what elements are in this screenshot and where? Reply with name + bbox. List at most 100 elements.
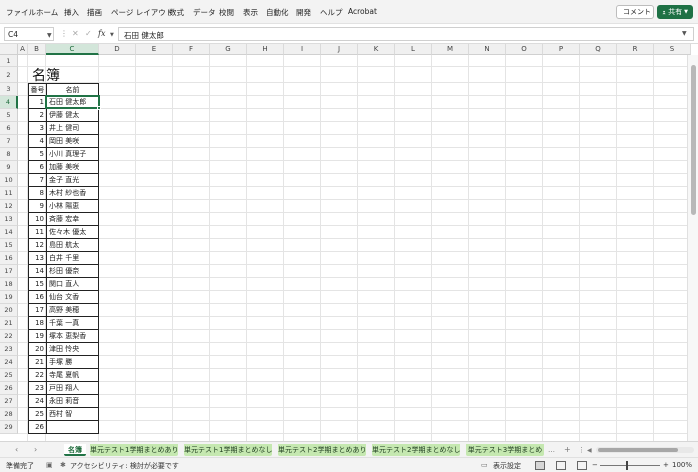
row-header-21[interactable]: 21 [0,317,18,330]
roster-number-cell[interactable]: 12 [28,239,46,252]
roster-name-cell[interactable]: 加藤 美咲 [46,161,99,174]
confirm-icon[interactable]: ✓ [85,29,92,38]
row-header-5[interactable]: 5 [0,109,18,122]
tab-draw[interactable]: 描画 [87,7,102,18]
roster-name-cell[interactable]: 手塚 勝 [46,356,99,369]
roster-number-cell[interactable]: 3 [28,122,46,135]
row-header-27[interactable]: 27 [0,395,18,408]
roster-name-cell[interactable]: 津田 怜央 [46,343,99,356]
row-header-7[interactable]: 7 [0,135,18,148]
row-header-14[interactable]: 14 [0,226,18,239]
add-sheet-icon[interactable]: + [564,445,571,454]
column-header-a[interactable]: A [18,44,28,55]
column-header-b[interactable]: B [28,44,46,55]
roster-name-cell[interactable]: 関口 直人 [46,278,99,291]
comment-button[interactable]: コメント [616,5,654,19]
row-header-22[interactable]: 22 [0,330,18,343]
column-header-g[interactable]: G [210,44,247,55]
roster-number-cell[interactable]: 13 [28,252,46,265]
roster-number-cell[interactable]: 25 [28,408,46,421]
column-header-s[interactable]: S [654,44,691,55]
column-header-e[interactable]: E [136,44,173,55]
roster-name-cell[interactable]: 伊藤 健太 [46,109,99,122]
row-header-25[interactable]: 25 [0,369,18,382]
scroll-left-icon[interactable]: ◀ [587,447,592,454]
row-header-28[interactable]: 28 [0,408,18,421]
tab-automate[interactable]: 自動化 [266,7,289,18]
roster-number-cell[interactable]: 17 [28,304,46,317]
select-all-corner[interactable] [0,44,18,55]
roster-number-cell[interactable]: 20 [28,343,46,356]
roster-number-cell[interactable]: 23 [28,382,46,395]
roster-number-cell[interactable]: 5 [28,148,46,161]
fill-handle[interactable] [97,106,101,110]
row-header-16[interactable]: 16 [0,252,18,265]
row-header-10[interactable]: 10 [0,174,18,187]
row-header-3[interactable]: 3 [0,83,18,96]
row-header-20[interactable]: 20 [0,304,18,317]
roster-number-cell[interactable]: 2 [28,109,46,122]
zoom-slider-knob[interactable] [626,461,628,470]
tab-page-layout[interactable]: ページ レイアウト [111,7,173,18]
tab-acrobat[interactable]: Acrobat [348,7,377,16]
worksheet-grid[interactable]: A B C D E F G H I J K L M N O P Q R S 1 2 3 4 5 6 7 8 9 10 11 12 13 14 15… [0,44,698,441]
row-header-29[interactable]: 29 [0,421,18,434]
roster-name-cell[interactable]: 金子 直光 [46,174,99,187]
sheet-title[interactable]: 名簿 [32,65,60,85]
next-sheet-icon[interactable]: › [34,445,37,454]
column-header-o[interactable]: O [506,44,543,55]
roster-name-cell[interactable]: 寺尾 夏帆 [46,369,99,382]
roster-number-cell[interactable]: 19 [28,330,46,343]
roster-number-cell[interactable]: 26 [28,421,46,434]
chevron-down-icon[interactable]: ▼ [110,32,114,38]
row-header-23[interactable]: 23 [0,343,18,356]
display-settings-icon[interactable]: ▭ [481,461,488,469]
tab-insert[interactable]: 挿入 [64,7,79,18]
accessibility-icon[interactable]: ✱ [60,461,66,469]
row-header-11[interactable]: 11 [0,187,18,200]
more-sheets-icon[interactable]: … [548,446,555,454]
roster-name-cell[interactable]: 岡田 美咲 [46,135,99,148]
roster-number-cell[interactable]: 16 [28,291,46,304]
zoom-in-icon[interactable]: + [663,461,669,469]
roster-number-cell[interactable]: 9 [28,200,46,213]
tab-home[interactable]: ホーム [36,7,58,18]
roster-name-cell[interactable] [46,421,99,434]
row-header-17[interactable]: 17 [0,265,18,278]
accessibility-status[interactable]: アクセシビリティ: 検討が必要です [70,461,179,471]
roster-name-cell[interactable]: 永田 莉音 [46,395,99,408]
page-break-view-icon[interactable] [577,461,587,470]
insert-function-icon[interactable]: fx [98,29,105,38]
normal-view-icon[interactable] [535,461,545,470]
row-header-4[interactable]: 4 [0,96,18,109]
macro-record-icon[interactable]: ▣ [46,461,53,469]
roster-number-cell[interactable]: 6 [28,161,46,174]
zoom-slider[interactable] [600,465,660,466]
table-header-number[interactable]: 番号 [28,83,46,96]
column-header-p[interactable]: P [543,44,580,55]
tab-formulas[interactable]: 数式 [169,7,184,18]
row-header-13[interactable]: 13 [0,213,18,226]
roster-number-cell[interactable]: 21 [28,356,46,369]
row-header-15[interactable]: 15 [0,239,18,252]
column-header-k[interactable]: K [358,44,395,55]
roster-name-cell[interactable]: 小林 陽恵 [46,200,99,213]
page-layout-view-icon[interactable] [556,461,566,470]
tab-data[interactable]: データ [193,7,216,18]
roster-number-cell[interactable]: 11 [28,226,46,239]
roster-name-cell[interactable]: 井上 健司 [46,122,99,135]
row-header-26[interactable]: 26 [0,382,18,395]
roster-name-cell[interactable]: 高野 美穂 [46,304,99,317]
row-header-2[interactable]: 2 [0,67,18,83]
roster-number-cell[interactable]: 8 [28,187,46,200]
roster-number-cell[interactable]: 14 [28,265,46,278]
roster-name-cell[interactable]: 木村 紗也香 [46,187,99,200]
roster-name-cell[interactable]: 小川 真理子 [46,148,99,161]
zoom-out-icon[interactable]: − [592,461,598,469]
sheet-tab-unit-test-term1-summary[interactable]: 単元テスト1学期まとめあり [90,444,178,456]
column-header-h[interactable]: H [247,44,284,55]
row-header-9[interactable]: 9 [0,161,18,174]
column-header-d[interactable]: D [99,44,136,55]
roster-name-cell[interactable]: 塚本 恵梨香 [46,330,99,343]
roster-name-cell[interactable]: 島田 航太 [46,239,99,252]
